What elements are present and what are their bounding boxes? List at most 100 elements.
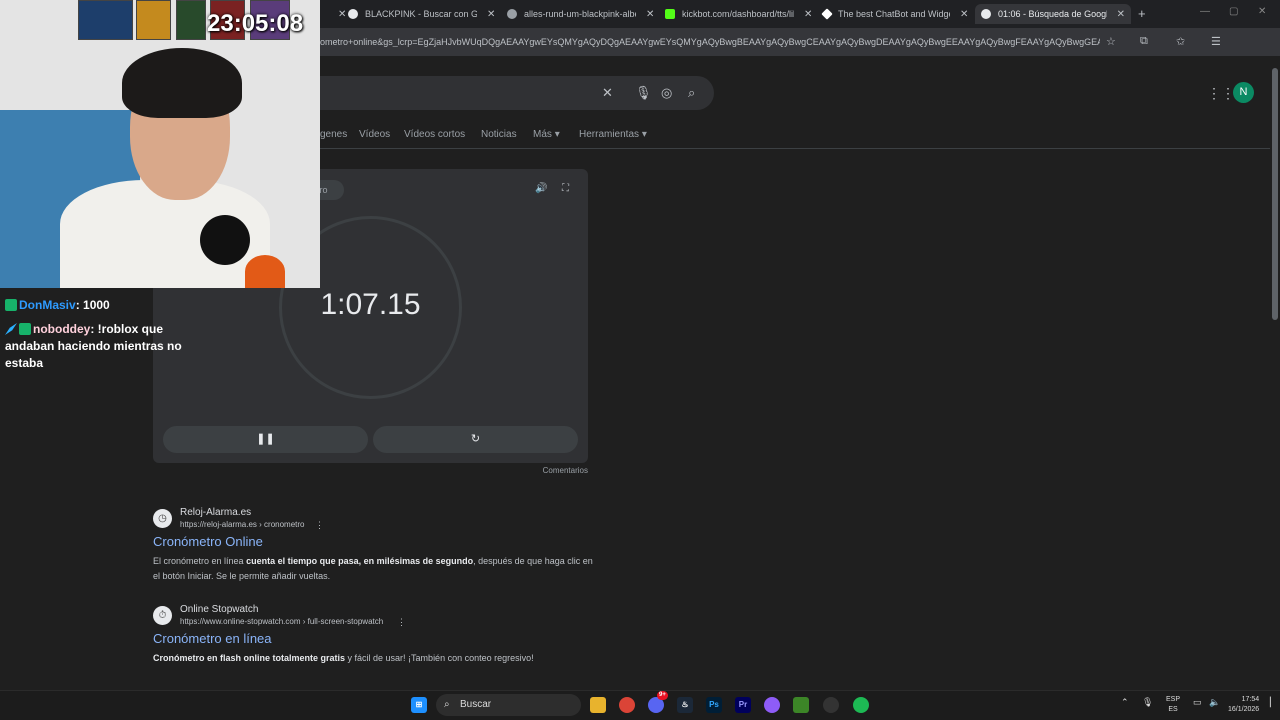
search-input[interactable]: [300, 76, 714, 110]
taskbar-search-label: Buscar: [460, 699, 492, 710]
taskbar-search[interactable]: ⌕ Buscar: [436, 694, 581, 716]
more-options-icon[interactable]: ⋮: [315, 520, 324, 531]
url-field[interactable]: ometro+online&gs_lcrp=EgZjaHJvbWUqDQgAEA…: [320, 37, 1100, 47]
photoshop-icon[interactable]: Ps: [706, 697, 722, 713]
snippet-bold: cuenta el tiempo que pasa, en milésimas …: [246, 556, 474, 566]
close-icon[interactable]: ✕: [646, 9, 654, 20]
result-url[interactable]: https://reloj-alarma.es › cronometro: [180, 520, 305, 529]
feedback-link[interactable]: Comentarios: [500, 466, 588, 475]
tab-title: 01:06 - Búsqueda de Google: [998, 9, 1107, 19]
close-icon[interactable]: ✕: [960, 9, 968, 20]
clock-tray[interactable]: 17:54 16/1/2026: [1228, 695, 1259, 715]
clear-icon[interactable]: ✕: [602, 85, 613, 101]
result-site[interactable]: Reloj-Alarma.es: [180, 507, 251, 518]
close-icon[interactable]: ✕: [804, 9, 812, 20]
orange-object: [245, 255, 285, 288]
extensions-icon[interactable]: ⧉: [1140, 35, 1148, 48]
chat-username: noboddey: [33, 322, 91, 336]
hair: [122, 48, 242, 118]
browser-tab[interactable]: BLACKPINK - Buscar con Goog ✕: [342, 4, 501, 24]
discord-icon[interactable]: 9+: [648, 691, 668, 713]
maximize-button[interactable]: ▢: [1229, 6, 1238, 17]
mic-tray-icon[interactable]: 🎙: [1142, 697, 1153, 708]
google-icon: [348, 9, 358, 19]
browser-tab-active[interactable]: 01:06 - Búsqueda de Google ✕: [975, 4, 1131, 24]
star-icon[interactable]: ☆: [1106, 35, 1116, 48]
snippet-text: y fácil de usar! ¡También con conteo reg…: [345, 653, 534, 663]
browser-tab[interactable]: The best ChatBot and Widgets ✕: [817, 4, 974, 24]
result-title[interactable]: Cronómetro Online: [153, 534, 263, 549]
volume-icon[interactable]: 🔈: [1209, 697, 1220, 708]
mic-icon[interactable]: 🎙: [635, 85, 652, 101]
lens-icon[interactable]: ◎: [661, 85, 672, 101]
notifications-icon[interactable]: ▏: [1270, 697, 1277, 708]
close-icon[interactable]: ✕: [1117, 9, 1125, 20]
spotify-icon[interactable]: [853, 697, 869, 713]
apps-icon[interactable]: ⋮⋮: [1207, 85, 1235, 102]
google-icon: [981, 9, 991, 19]
file-explorer-icon[interactable]: [590, 697, 606, 713]
tray-time: 17:54: [1241, 696, 1260, 703]
clock-icon: ◷: [153, 509, 172, 528]
tab-title: alles-rund-um-blackpink-albe: [524, 9, 636, 19]
bookmark-icon[interactable]: ✩: [1176, 35, 1185, 48]
pause-icon: ❚❚: [256, 433, 275, 445]
more-options-icon[interactable]: ⋮: [397, 617, 406, 628]
result-site[interactable]: Online Stopwatch: [180, 604, 258, 615]
sound-icon[interactable]: 🔊: [535, 183, 547, 194]
chrome-icon[interactable]: [619, 697, 635, 713]
minecraft-icon[interactable]: [793, 697, 809, 713]
nav-videos[interactable]: Vídeos: [359, 129, 390, 140]
chevron-down-icon: ▾: [641, 129, 647, 140]
fullscreen-icon[interactable]: ⛶: [562, 183, 569, 194]
chevron-down-icon: ▾: [554, 129, 560, 140]
stream-clock: 23:05:08: [207, 10, 304, 37]
lang-code: ESP: [1166, 696, 1181, 703]
nav-news[interactable]: Noticias: [481, 129, 517, 140]
media-icon[interactable]: ☰: [1211, 35, 1221, 48]
diamond-icon: [821, 8, 833, 20]
nav-more[interactable]: Más ▾: [533, 129, 560, 140]
pause-button[interactable]: ❚❚: [163, 426, 368, 453]
chevron-up-icon[interactable]: ⌃: [1121, 697, 1129, 708]
scrollbar-thumb[interactable]: [1272, 68, 1278, 320]
minimize-button[interactable]: —: [1200, 6, 1210, 17]
lang-region: ES: [1168, 706, 1178, 713]
chat-text: 1000: [83, 298, 110, 312]
nav-short-videos[interactable]: Vídeos cortos: [404, 129, 465, 140]
tab-title: The best ChatBot and Widgets: [838, 9, 950, 19]
obs-icon[interactable]: [823, 697, 839, 713]
notification-badge: 9+: [657, 691, 668, 700]
microphone: [200, 215, 250, 265]
nav-tools[interactable]: Herramientas ▾: [579, 129, 647, 140]
podcast-icon[interactable]: [764, 697, 780, 713]
language-indicator[interactable]: ESP ES: [1166, 695, 1180, 715]
search-icon[interactable]: ⌕: [688, 85, 695, 101]
result-title[interactable]: Cronómetro en línea: [153, 631, 272, 646]
steam-icon[interactable]: ♨: [677, 697, 693, 713]
nav-images[interactable]: genes: [320, 129, 347, 140]
kick-icon: [665, 9, 675, 19]
badge-icon: [19, 323, 31, 335]
reset-button[interactable]: ↻: [373, 426, 578, 453]
chat-username: DonMasiv: [19, 298, 76, 312]
badge-icon: [5, 299, 17, 311]
chat-text: !roblox que andaban haciendo mientras no…: [5, 322, 182, 370]
windows-start-icon[interactable]: ⊞: [411, 697, 427, 713]
new-tab-button[interactable]: +: [1138, 6, 1146, 21]
scrollbar[interactable]: [1270, 56, 1280, 690]
window-close-button[interactable]: ✕: [1258, 6, 1266, 17]
stopwatch-site-icon: ⏱: [153, 606, 172, 625]
close-icon[interactable]: ✕: [487, 9, 495, 20]
browser-tab[interactable]: alles-rund-um-blackpink-albe ✕: [501, 4, 660, 24]
taskbar: [0, 690, 1280, 720]
snippet-text: El cronómetro en línea: [153, 556, 247, 566]
poster: [136, 0, 171, 40]
premiere-icon[interactable]: Pr: [735, 697, 751, 713]
network-icon[interactable]: ▭: [1193, 697, 1202, 708]
search-icon: ⌕: [444, 699, 450, 710]
account-avatar[interactable]: N: [1233, 82, 1254, 103]
result-url[interactable]: https://www.online-stopwatch.com › full-…: [180, 617, 383, 626]
browser-tab[interactable]: kickbot.com/dashboard/tts/lib ✕: [659, 4, 818, 24]
globe-icon: [507, 9, 517, 19]
